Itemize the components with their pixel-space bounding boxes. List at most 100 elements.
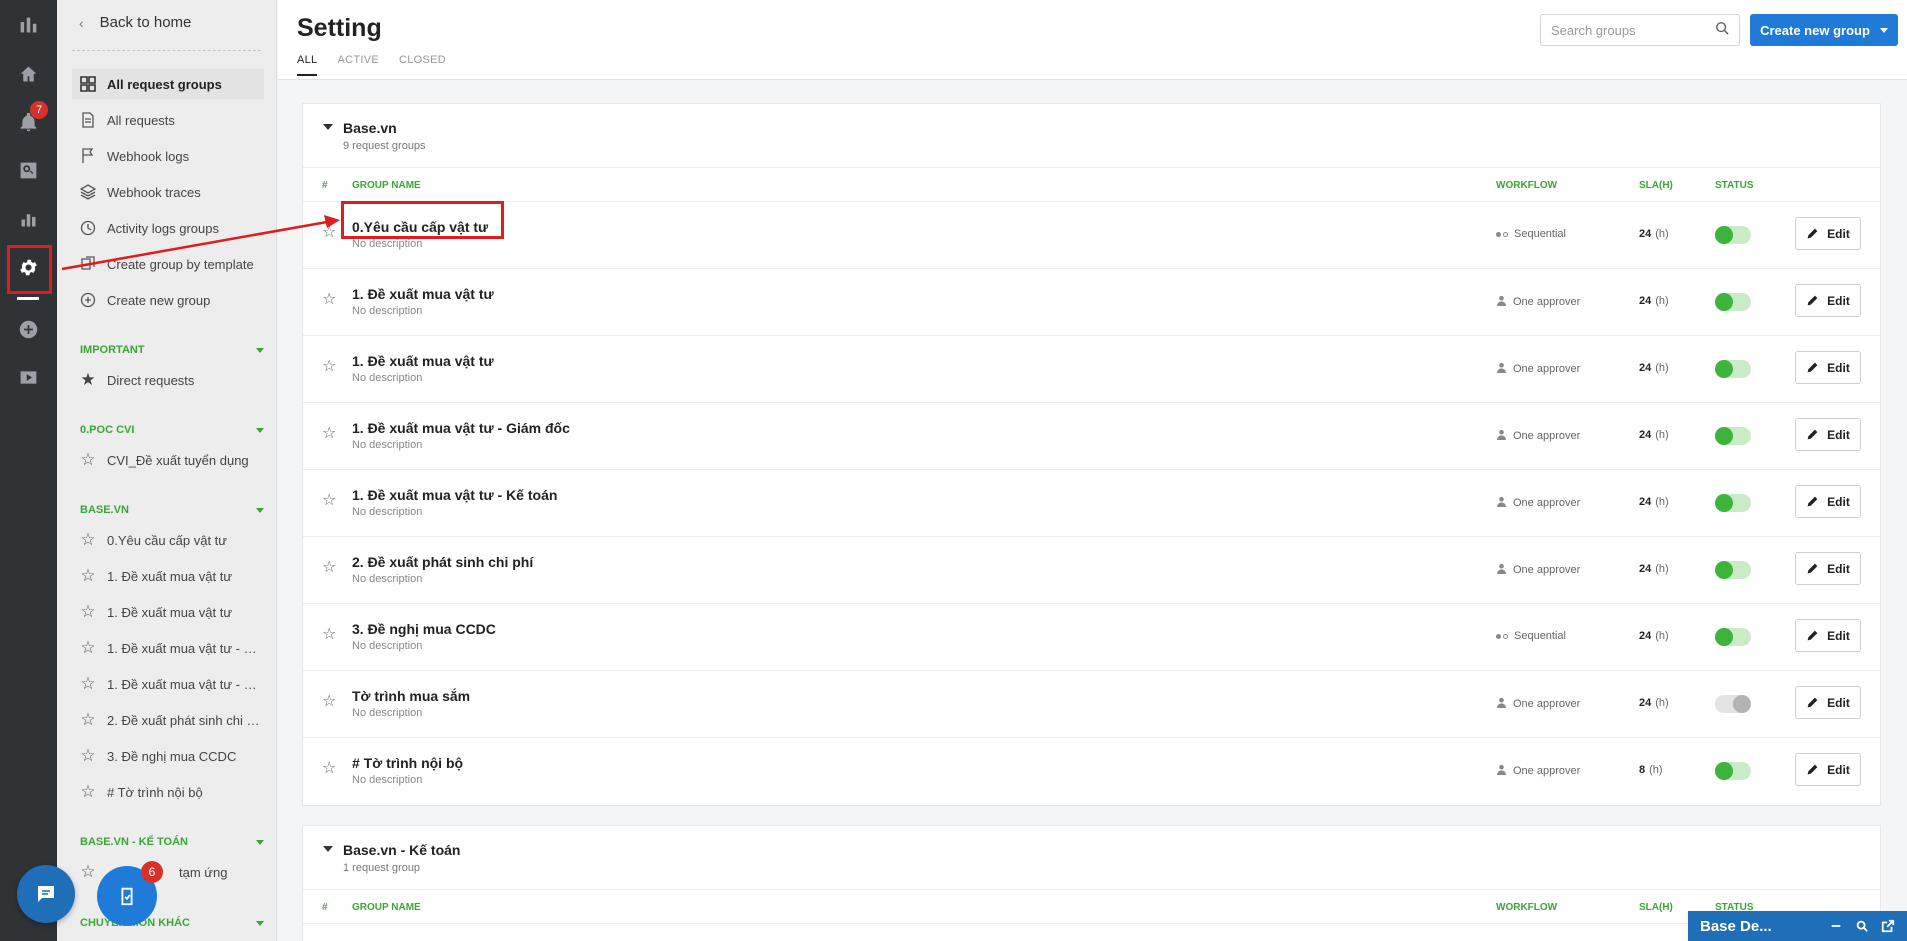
caret-down-icon[interactable] — [323, 846, 333, 852]
logo-icon[interactable] — [13, 10, 44, 41]
sidebar-item-all-requests[interactable]: All requests — [72, 105, 264, 135]
sidebar-item-group[interactable]: ☆ 1. Đề xuất mua vật tư - Kế toán — [72, 669, 264, 699]
star-icon[interactable]: ☆ — [322, 490, 336, 510]
sidebar-item-group[interactable]: ☆ 0.Yêu cầu cấp vật tư — [72, 525, 264, 555]
star-icon[interactable]: ☆ — [80, 602, 96, 621]
card-header[interactable]: Base.vn - Kế toán 1 request group — [303, 826, 1880, 890]
sidebar-item-group[interactable]: ☆ 1. Đề xuất mua vật tư — [72, 561, 264, 591]
table-row[interactable]: ☆ 3. Đề nghị mua CCDC No description Sequen… — [303, 604, 1880, 671]
sidebar-item-group[interactable]: ☆ 2. Đề xuất phát sinh chi phí — [72, 705, 264, 735]
star-icon[interactable]: ☆ — [322, 289, 336, 309]
table-row[interactable]: ☆ 0.Yêu cầu cấp vật tư No description Seque… — [303, 202, 1880, 269]
edit-button[interactable]: Edit — [1795, 753, 1861, 786]
sidebar-item-cvi[interactable]: ☆ CVI_Đề xuất tuyển dụng — [72, 445, 264, 475]
group-name[interactable]: 1. Đề xuất mua vật tư — [352, 286, 494, 302]
status-toggle[interactable] — [1715, 360, 1751, 378]
chart-icon[interactable] — [13, 204, 44, 235]
star-icon[interactable]: ☆ — [322, 222, 336, 242]
sidebar-item-create-group-by-template[interactable]: Create group by template — [72, 249, 264, 279]
star-icon[interactable]: ☆ — [322, 624, 336, 644]
create-new-group-button[interactable]: Create new group — [1750, 14, 1898, 46]
table-row[interactable]: ☆ 1. Đề xuất mua vật tư - Kế toán No descr… — [303, 470, 1880, 537]
group-name[interactable]: # Tờ trình nội bộ — [352, 755, 463, 771]
search-input[interactable] — [1551, 22, 1715, 38]
tab-active[interactable]: ACTIVE — [337, 54, 379, 76]
status-toggle[interactable] — [1715, 293, 1751, 311]
table-row[interactable]: ☆ 1. Đề xuất mua vật tư No description One … — [303, 269, 1880, 336]
edit-button[interactable]: Edit — [1795, 686, 1861, 719]
section-base-vn-ke-toan[interactable]: BASE.VN - KẾ TOÁN — [80, 836, 264, 848]
bell-icon[interactable]: 7 — [13, 101, 48, 138]
minimize-icon[interactable] — [1829, 919, 1843, 933]
group-name[interactable]: Tờ trình mua sắm — [352, 688, 470, 704]
sidebar-item-group[interactable]: ☆ # Tờ trình nội bộ — [72, 777, 264, 807]
status-toggle[interactable] — [1715, 695, 1751, 713]
tab-all[interactable]: ALL — [297, 54, 318, 76]
star-icon[interactable]: ☆ — [322, 758, 336, 778]
pop-out-icon[interactable] — [1881, 919, 1895, 933]
workflow-cell: One approver — [1496, 764, 1580, 778]
status-toggle[interactable] — [1715, 628, 1751, 646]
status-toggle[interactable] — [1715, 561, 1751, 579]
sidebar-item-all-request-groups[interactable]: All request groups — [72, 69, 264, 99]
section-poc-cvi[interactable]: 0.POC CVI — [80, 424, 264, 436]
card-header[interactable]: Base.vn 9 request groups — [303, 104, 1880, 168]
search-icon[interactable] — [1855, 919, 1869, 933]
star-icon[interactable]: ☆ — [322, 557, 336, 577]
search-box[interactable] — [1540, 14, 1740, 46]
sidebar-item-direct-requests[interactable]: ★ Direct requests — [72, 365, 264, 395]
status-toggle[interactable] — [1715, 494, 1751, 512]
caret-down-icon[interactable] — [323, 124, 333, 130]
star-icon[interactable]: ☆ — [80, 782, 96, 801]
play-icon[interactable] — [13, 362, 44, 393]
edit-button[interactable]: Edit — [1795, 284, 1861, 317]
group-name[interactable]: 1. Đề xuất mua vật tư — [352, 353, 494, 369]
table-row[interactable]: ☆ 1. Đề xuất mua vật tư - Giám đốc No desc… — [303, 403, 1880, 470]
star-icon[interactable]: ☆ — [80, 450, 96, 469]
home-icon[interactable] — [13, 59, 44, 90]
edit-button[interactable]: Edit — [1795, 418, 1861, 451]
table-row[interactable]: ☆ Tờ trình mua sắm No description One appro… — [303, 671, 1880, 738]
star-icon[interactable]: ☆ — [80, 862, 96, 881]
section-base-vn[interactable]: BASE.VN — [80, 504, 264, 516]
sidebar-item-group[interactable]: ☆ 3. Đề nghị mua CCDC — [72, 741, 264, 771]
star-icon[interactable]: ☆ — [80, 674, 96, 693]
edit-button[interactable]: Edit — [1795, 485, 1861, 518]
status-toggle[interactable] — [1715, 762, 1751, 780]
group-name[interactable]: 1. Đề xuất mua vật tư - Giám đốc — [352, 420, 570, 436]
sidebar-item-create-new-group[interactable]: Create new group — [72, 285, 264, 315]
group-name[interactable]: 3. Đề nghị mua CCDC — [352, 621, 496, 637]
back-to-home-link[interactable]: ‹ Back to home — [79, 14, 191, 31]
table-row[interactable]: ☆ 1. Đề xuất mua vật tư No description One … — [303, 336, 1880, 403]
star-icon[interactable]: ☆ — [322, 691, 336, 711]
table-row[interactable]: ☆ # Tờ trình nội bộ No description One appr… — [303, 738, 1880, 805]
sidebar-item-group[interactable]: ☆ 1. Đề xuất mua vật tư — [72, 597, 264, 627]
edit-button[interactable]: Edit — [1795, 217, 1861, 250]
star-icon[interactable]: ☆ — [322, 356, 336, 376]
section-important[interactable]: IMPORTANT — [80, 344, 264, 356]
search-box-icon[interactable] — [13, 155, 44, 186]
group-name[interactable]: 2. Đề xuất phát sinh chi phí — [352, 554, 533, 570]
status-toggle[interactable] — [1715, 226, 1751, 244]
plus-circle-icon[interactable] — [13, 314, 44, 345]
star-icon[interactable]: ☆ — [80, 638, 96, 657]
star-icon[interactable]: ☆ — [80, 566, 96, 585]
sidebar-item-group[interactable]: ☆ 1. Đề xuất mua vật tư - Giám đốc — [72, 633, 264, 663]
star-icon[interactable]: ☆ — [80, 746, 96, 765]
tab-closed[interactable]: CLOSED — [399, 54, 446, 76]
minimized-chat-window[interactable]: Base De... — [1688, 911, 1907, 941]
search-icon[interactable] — [1715, 21, 1729, 40]
status-toggle[interactable] — [1715, 427, 1751, 445]
edit-button[interactable]: Edit — [1795, 351, 1861, 384]
sidebar-item-webhook-traces[interactable]: Webhook traces — [72, 177, 264, 207]
star-icon[interactable]: ☆ — [322, 423, 336, 443]
edit-button[interactable]: Edit — [1795, 619, 1861, 652]
star-icon[interactable]: ☆ — [80, 710, 96, 729]
sidebar-item-activity-logs-groups[interactable]: Activity logs groups — [72, 213, 264, 243]
chat-button[interactable] — [17, 865, 75, 923]
group-name[interactable]: 1. Đề xuất mua vật tư - Kế toán — [352, 487, 557, 503]
star-icon[interactable]: ☆ — [80, 530, 96, 549]
edit-button[interactable]: Edit — [1795, 552, 1861, 585]
table-row[interactable]: ☆ 2. Đề xuất phát sinh chi phí No descript… — [303, 537, 1880, 604]
sidebar-item-webhook-logs[interactable]: Webhook logs — [72, 141, 264, 171]
